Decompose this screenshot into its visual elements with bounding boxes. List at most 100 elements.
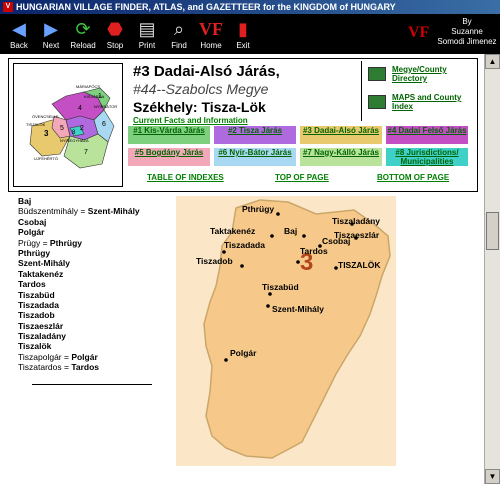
town-standard-name: Szent-Mihály bbox=[87, 206, 140, 217]
maps-index-link[interactable]: MAPS and County Index bbox=[368, 93, 474, 117]
find-icon: ⌕ bbox=[173, 19, 185, 39]
print-icon: ▤ bbox=[138, 19, 156, 39]
town-standard-name: Tardos bbox=[71, 362, 100, 373]
jaras-link-1[interactable]: #1 Kis-Várda Járás bbox=[127, 125, 211, 145]
scroll-up-button[interactable]: ▲ bbox=[485, 54, 500, 69]
town-standard-name: Tiszalök bbox=[18, 341, 52, 352]
jaras-link-4[interactable]: #4 Dadai Felső Járás bbox=[385, 125, 469, 145]
jaras-link-7[interactable]: #7 Nagy-Kálló Járás bbox=[299, 147, 383, 167]
byline-by: By bbox=[462, 17, 472, 26]
town-alt-name: Tiszatardos = bbox=[18, 362, 72, 373]
forward-arrow-icon: ▶ bbox=[44, 19, 58, 39]
exit-icon: ▮ bbox=[238, 19, 248, 39]
county-directory-link[interactable]: Megye/County Directory bbox=[368, 65, 474, 89]
town-row[interactable]: Tiszalök bbox=[18, 341, 168, 351]
town-standard-name: Tiszadada bbox=[18, 299, 59, 310]
find-button[interactable]: ⌕ Find bbox=[162, 16, 196, 52]
town-row[interactable]: Baj bbox=[18, 196, 168, 206]
map-place-pthrugy: Pthrügy bbox=[242, 204, 274, 214]
map-place-szent-mihaly: Szent-Mihály bbox=[272, 304, 324, 314]
jaras-link-2[interactable]: #2 Tisza Járás bbox=[213, 125, 297, 145]
page-title: #3 Dadai-Alsó Járás, bbox=[133, 63, 280, 80]
town-standard-name: Tiszabüd bbox=[18, 289, 55, 300]
scroll-down-icon: ▼ bbox=[488, 472, 497, 481]
town-row[interactable]: Taktakenéz bbox=[18, 269, 168, 279]
divider bbox=[32, 384, 152, 385]
print-button[interactable]: ▤ Print bbox=[130, 16, 164, 52]
town-standard-name: Baj bbox=[18, 196, 32, 206]
window-title: HUNGARIAN VILLAGE FINDER, ATLAS, and GAZ… bbox=[16, 2, 396, 12]
maps-icon bbox=[368, 95, 386, 109]
byline-last-name: Somodi Jimenez bbox=[437, 37, 497, 46]
town-row[interactable]: Csobaj bbox=[18, 217, 168, 227]
map-place-baj: Baj bbox=[284, 226, 297, 236]
next-button[interactable]: ▶ Next bbox=[34, 16, 68, 52]
jaras-link-8[interactable]: #8 Jurisdictions/ Municipalities bbox=[385, 147, 469, 167]
town-row[interactable]: Tiszadada bbox=[18, 300, 168, 310]
top-of-page-link[interactable]: TOP OF PAGE bbox=[275, 173, 329, 182]
side-links: Megye/County Directory MAPS and County I… bbox=[361, 61, 476, 121]
town-row[interactable]: Tiszaladány bbox=[18, 331, 168, 341]
county-thumbnail-map[interactable]: 3 5 7 6 4 1 2 8 MÁRIAPÓCS ÖVENCSELLE NYÍ… bbox=[13, 63, 123, 187]
town-standard-name: Tiszaeszlár bbox=[18, 320, 64, 331]
jaras-link-5[interactable]: #5 Bogdány Járás bbox=[127, 147, 211, 167]
map-place-tiszaeszlar: Tiszaeszlár bbox=[334, 230, 380, 240]
jaras-link-grid: #1 Kis-Várda Járás #2 Tisza Járás #3 Dad… bbox=[127, 125, 473, 169]
bottom-of-page-link[interactable]: BOTTOM OF PAGE bbox=[377, 173, 449, 182]
jaras-link-6[interactable]: #6 Nyír-Bátor Járás bbox=[213, 147, 297, 167]
nav-links: TABLE OF INDEXES TOP OF PAGE BOTTOM OF P… bbox=[127, 173, 473, 185]
town-standard-name: Taktakenéz bbox=[18, 268, 64, 279]
page-content: 3 5 7 6 4 1 2 8 MÁRIAPÓCS ÖVENCSELLE NYÍ… bbox=[0, 54, 484, 484]
town-row[interactable]: Tiszapolgár = Polgár bbox=[18, 352, 168, 362]
town-standard-name: Tiszaladány bbox=[18, 331, 67, 342]
town-row[interactable]: Pthrügy bbox=[18, 248, 168, 258]
home-button[interactable]: VF Home bbox=[194, 16, 228, 52]
town-row[interactable]: Tiszatardos = Tardos bbox=[18, 362, 168, 372]
town-row[interactable]: Polgár bbox=[18, 227, 168, 237]
back-arrow-icon: ◀ bbox=[12, 19, 26, 39]
district-header: 3 5 7 6 4 1 2 8 MÁRIAPÓCS ÖVENCSELLE NYÍ… bbox=[8, 58, 478, 192]
current-facts-link[interactable]: Current Facts and Information bbox=[133, 116, 248, 125]
town-alt-name: Tiszapolgár = bbox=[18, 351, 72, 362]
town-standard-name: Csobaj bbox=[18, 216, 47, 227]
jaras-link-3[interactable]: #3 Dadai-Alsó Járás bbox=[299, 125, 383, 145]
home-logo-icon: VF bbox=[199, 19, 223, 39]
town-standard-name: Tiszadob bbox=[18, 310, 55, 321]
town-row[interactable]: Tiszadob bbox=[18, 310, 168, 320]
reload-button[interactable]: ⟳ Reload bbox=[66, 16, 100, 52]
vertical-scrollbar[interactable]: ▲ ▼ bbox=[484, 54, 500, 484]
scroll-thumb[interactable] bbox=[486, 212, 499, 250]
window-title-bar: V HUNGARIAN VILLAGE FINDER, ATLAS, and GA… bbox=[0, 0, 500, 14]
town-row[interactable]: Tardos bbox=[18, 279, 168, 289]
town-alt-name: Prügy = bbox=[18, 237, 50, 248]
district-map: 3 Pthrügy Tiszaladány Taktakenéz Baj Cso… bbox=[176, 196, 396, 466]
county-map-icon bbox=[368, 67, 386, 81]
map-place-tiszabud: Tiszabüd bbox=[262, 282, 299, 292]
town-row[interactable]: Szent-Mihály bbox=[18, 258, 168, 268]
town-row[interactable]: Tiszabüd bbox=[18, 290, 168, 300]
scroll-down-button[interactable]: ▼ bbox=[485, 469, 500, 484]
vf-logo-icon: VF bbox=[408, 24, 430, 41]
town-standard-name: Polgár bbox=[71, 351, 98, 362]
town-list: Baj Büdszentmihály = Szent-Mihály Csobaj Po… bbox=[18, 196, 168, 373]
town-alt-name: Büdszentmihály = bbox=[18, 206, 88, 217]
map-place-tiszaladany: Tiszaladány bbox=[332, 216, 380, 226]
back-button[interactable]: ◀ Back bbox=[2, 16, 36, 52]
map-place-taktakenez: Taktakenéz bbox=[210, 226, 255, 236]
town-row[interactable]: Büdszentmihály = Szent-Mihály bbox=[18, 206, 168, 216]
town-standard-name: Polgár bbox=[18, 227, 45, 238]
author-byline: VF By Suzanne Somodi Jimenez bbox=[400, 16, 500, 52]
map-place-tardos: Tardos bbox=[300, 246, 328, 256]
map-place-tiszadada: Tiszadada bbox=[224, 240, 265, 250]
map-place-tiszalok: TISZALÖK bbox=[338, 260, 381, 270]
map-place-tiszadob: Tiszadob bbox=[196, 256, 233, 266]
stop-icon: ⬣ bbox=[107, 19, 123, 39]
county-subtitle: #44--Szabolcs Megye bbox=[133, 81, 269, 97]
stop-button[interactable]: ⬣ Stop bbox=[98, 16, 132, 52]
exit-button[interactable]: ▮ Exit bbox=[226, 16, 260, 52]
town-row[interactable]: Tiszaeszlár bbox=[18, 321, 168, 331]
town-row[interactable]: Prügy = Pthrügy bbox=[18, 238, 168, 248]
table-of-indexes-link[interactable]: TABLE OF INDEXES bbox=[147, 173, 224, 182]
map-place-polgar: Polgár bbox=[230, 348, 257, 358]
district-seat: Székhely: Tisza-Lök bbox=[133, 99, 266, 115]
